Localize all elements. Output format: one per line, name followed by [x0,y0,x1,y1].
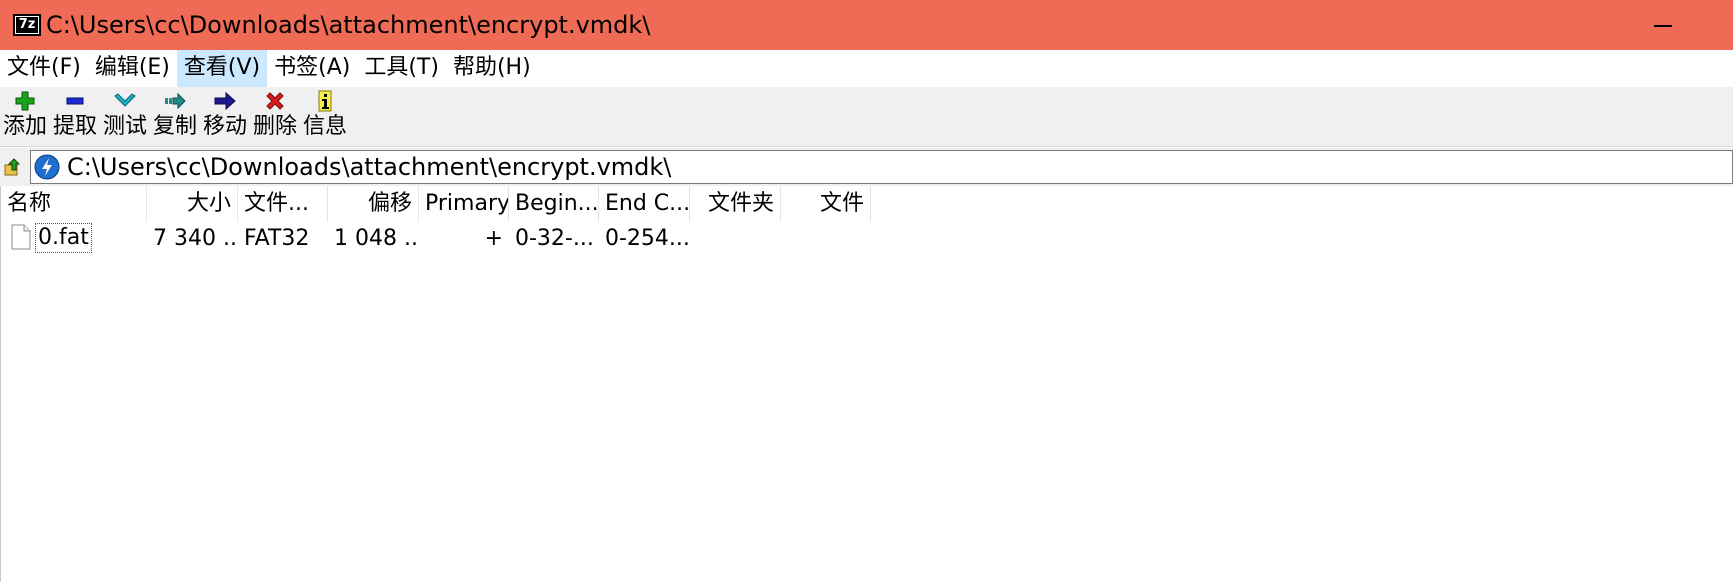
file-filesystem: FAT32 [244,226,310,251]
path-text: C:\Users\cc\Downloads\attachment\encrypt… [67,153,672,181]
copy-button[interactable]: 复制 [150,87,200,147]
info-label: 信息 [302,114,347,139]
plus-icon [14,90,36,112]
file-icon [11,224,31,250]
copy-arrow-icon [164,90,186,112]
info-button[interactable]: 信息 [300,87,350,147]
column-header-offset[interactable]: 偏移 [328,186,419,222]
info-icon [314,90,336,112]
menu-bar: 文件(F) 编辑(E) 查看(V) 书签(A) 工具(T) 帮助(H) [0,50,1733,87]
file-end: 0-254... [605,226,690,251]
app-icon-text: 7z [16,17,38,33]
path-input[interactable]: C:\Users\cc\Downloads\attachment\encrypt… [30,150,1733,184]
file-files [781,222,871,256]
column-header-primary[interactable]: Primary [419,186,509,222]
7zip-app-icon[interactable]: 7z [13,14,41,36]
move-button[interactable]: 移动 [200,87,250,147]
folder-up-icon [4,158,21,176]
file-size: 7 340 ... [153,226,238,251]
menu-help[interactable]: 帮助(H) [446,50,538,87]
title-bar[interactable]: 7z C:\Users\cc\Downloads\attachment\encr… [0,0,1733,50]
extract-label: 提取 [52,114,97,139]
minimize-icon [1654,25,1672,27]
file-begin: 0-32-... [515,226,594,251]
column-header-files[interactable]: 文件 [781,186,871,222]
menu-bookmarks[interactable]: 书签(A) [267,50,357,87]
menu-file[interactable]: 文件(F) [0,50,88,87]
add-label: 添加 [2,114,47,139]
menu-tools[interactable]: 工具(T) [357,50,446,87]
column-header-row: 名称 大小 文件... 偏移 Primary Begin... End C...… [1,186,1733,222]
delete-label: 删除 [252,114,297,139]
check-chevron-icon [114,90,136,112]
delete-button[interactable]: 删除 [250,87,300,147]
file-primary: + [484,226,503,251]
file-name[interactable]: 0.fat [35,223,92,253]
minimize-button[interactable] [1634,0,1692,50]
column-header-name[interactable]: 名称 [1,186,147,222]
lightning-disk-icon [34,154,60,180]
folder-up-button[interactable] [3,157,23,177]
test-button[interactable]: 测试 [100,87,150,147]
column-header-size[interactable]: 大小 [147,186,238,222]
add-button[interactable]: 添加 [0,87,50,147]
app-window: 7z C:\Users\cc\Downloads\attachment\encr… [0,0,1733,582]
column-header-folders[interactable]: 文件夹 [690,186,781,222]
minus-icon [64,90,86,112]
move-label: 移动 [202,114,247,139]
menu-view[interactable]: 查看(V) [176,50,268,87]
address-bar: C:\Users\cc\Downloads\attachment\encrypt… [0,148,1733,186]
file-folders [690,222,781,256]
menu-edit[interactable]: 编辑(E) [88,50,177,87]
column-header-end[interactable]: End C... [599,186,690,222]
copy-label: 复制 [152,114,197,139]
test-label: 测试 [102,114,147,139]
right-arrow-icon [214,90,236,112]
column-header-begin[interactable]: Begin... [509,186,599,222]
file-list[interactable]: 名称 大小 文件... 偏移 Primary Begin... End C...… [0,186,1733,582]
x-icon [264,90,286,112]
extract-button[interactable]: 提取 [50,87,100,147]
toolbar: 添加 提取 测试 复制 移动 删除 信息 [0,87,1733,147]
window-title: C:\Users\cc\Downloads\attachment\encrypt… [46,11,651,39]
file-offset: 1 048 ... [334,226,419,251]
column-header-filesystem[interactable]: 文件... [238,186,328,222]
file-row[interactable]: 0.fat 7 340 ... FAT32 1 048 ... + 0-32-.… [1,222,1733,256]
